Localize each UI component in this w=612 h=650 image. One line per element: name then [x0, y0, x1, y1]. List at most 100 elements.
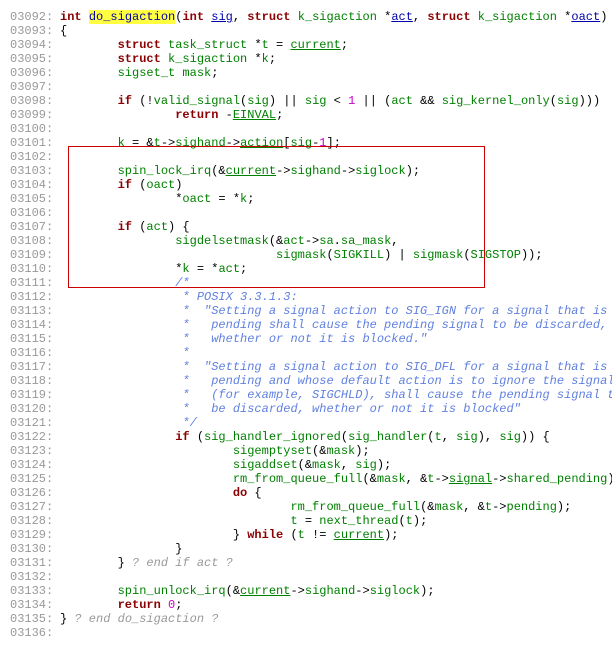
token-plain: ); [413, 514, 427, 528]
code-line: 03100: [10, 122, 602, 136]
token-plain: ), [478, 430, 500, 444]
code-line: 03099: return -EINVAL; [10, 108, 602, 122]
token-kw: struct [118, 38, 161, 52]
code-line: 03095: struct k_sigaction *k; [10, 52, 602, 66]
token-plain: (& [269, 234, 283, 248]
token-ident: oact [146, 178, 175, 192]
token-ident: k [182, 262, 189, 276]
token-comment: * be discarded, whether or not it is blo… [175, 402, 521, 416]
line-number: 03095: [10, 52, 60, 66]
token-plain [471, 10, 478, 24]
token-ident: shared_pending [507, 472, 608, 486]
code-line: 03117: * "Setting a signal action to SIG… [10, 360, 602, 374]
token-plain: ); [557, 500, 571, 514]
token-ident: oact [182, 192, 211, 206]
line-number: 03092: [10, 10, 60, 24]
line-content: if (oact) [60, 178, 602, 192]
token-plain: -> [492, 500, 506, 514]
token-ident: sa_mask [341, 234, 391, 248]
token-comment: */ [175, 416, 197, 430]
line-content: t = next_thread(t); [60, 514, 602, 528]
token-ident: sighand [290, 164, 340, 178]
token-plain: ( [550, 94, 557, 108]
token-param: sig [211, 10, 233, 24]
code-line: 03112: * POSIX 3.3.1.3: [10, 290, 602, 304]
token-kw: int [60, 10, 82, 24]
line-content: sigaddset(&mask, sig); [60, 458, 602, 472]
token-plain: = * [190, 262, 219, 276]
token-ident: mask [182, 66, 211, 80]
token-plain: != [305, 528, 334, 542]
token-ident: sig [456, 430, 478, 444]
line-content: sigdelsetmask(&act->sa.sa_mask, [60, 234, 602, 248]
line-number: 03110: [10, 262, 60, 276]
line-number: 03097: [10, 80, 60, 94]
token-plain: ) { [168, 220, 190, 234]
line-number: 03127: [10, 500, 60, 514]
line-content: * "Setting a signal action to SIG_IGN fo… [60, 304, 607, 318]
line-content: if (!valid_signal(sig) || sig < 1 || (ac… [60, 94, 602, 108]
line-number: 03109: [10, 248, 60, 262]
line-number: 03117: [10, 360, 60, 374]
line-content: spin_lock_irq(&current->sighand->siglock… [60, 164, 602, 178]
line-number: 03112: [10, 290, 60, 304]
line-number: 03123: [10, 444, 60, 458]
token-ident: act [218, 262, 240, 276]
token-plain: ( [190, 430, 204, 444]
token-plain: ); [406, 164, 420, 178]
token-ident: t [262, 38, 269, 52]
line-content: * (for example, SIGCHLD), shall cause th… [60, 388, 612, 402]
code-line: 03092:int do_sigaction(int sig, struct k… [10, 10, 602, 24]
token-plain: * [247, 52, 261, 66]
code-viewer: 03092:int do_sigaction(int sig, struct k… [10, 10, 602, 640]
line-number: 03104: [10, 178, 60, 192]
token-ident: siglock [370, 584, 420, 598]
token-ident: sigset_t [118, 66, 176, 80]
line-content: * pending shall cause the pending signal… [60, 318, 607, 332]
token-ident: sighand [175, 136, 225, 150]
token-ident: sa [319, 234, 333, 248]
token-plain: && [413, 94, 442, 108]
token-ident: sig [499, 430, 521, 444]
code-line: 03126: do { [10, 486, 602, 500]
token-plain: ( [326, 248, 333, 262]
token-param: act [391, 10, 413, 24]
token-plain: = & [125, 136, 154, 150]
token-plain: } [175, 542, 182, 556]
token-ident: sighand [305, 584, 355, 598]
token-plain: ); [607, 472, 612, 486]
line-number: 03113: [10, 304, 60, 318]
token-plain: (& [312, 444, 326, 458]
line-content [60, 570, 602, 584]
code-line: 03129: } while (t != current); [10, 528, 602, 542]
token-plain: -> [434, 472, 448, 486]
code-line: 03130: } [10, 542, 602, 556]
line-content: int do_sigaction(int sig, struct k_sigac… [60, 10, 607, 24]
token-ident: valid_signal [154, 94, 240, 108]
code-line: 03105: *oact = *k; [10, 192, 602, 206]
line-number: 03098: [10, 94, 60, 108]
code-line: 03108: sigdelsetmask(&act->sa.sa_mask, [10, 234, 602, 248]
code-line: 03135:} ? end do_sigaction ? [10, 612, 602, 626]
code-line: 03118: * pending and whose default actio… [10, 374, 602, 388]
token-plain: ) [175, 178, 182, 192]
token-kw: struct [247, 10, 290, 24]
code-line: 03111: /* [10, 276, 602, 290]
token-plain: ( [398, 514, 405, 528]
code-line: 03101: k = &t->sighand->action[sig-1]; [10, 136, 602, 150]
token-comment: * pending and whose default action is to… [175, 374, 612, 388]
token-plain: , [233, 10, 247, 24]
line-content: sigmask(SIGKILL) | sigmask(SIGSTOP)); [60, 248, 602, 262]
token-ident: act [146, 220, 168, 234]
line-content: * pending and whose default action is to… [60, 374, 612, 388]
line-number: 03116: [10, 346, 60, 360]
token-ident: act [283, 234, 305, 248]
line-content: /* [60, 276, 602, 290]
token-ident: task_struct [168, 38, 247, 52]
token-kw: while [247, 528, 283, 542]
line-content: if (act) { [60, 220, 602, 234]
token-ident: spin_unlock_irq [118, 584, 226, 598]
token-plain: ( [463, 248, 470, 262]
line-number: 03135: [10, 612, 60, 626]
token-plain: ); [384, 528, 398, 542]
